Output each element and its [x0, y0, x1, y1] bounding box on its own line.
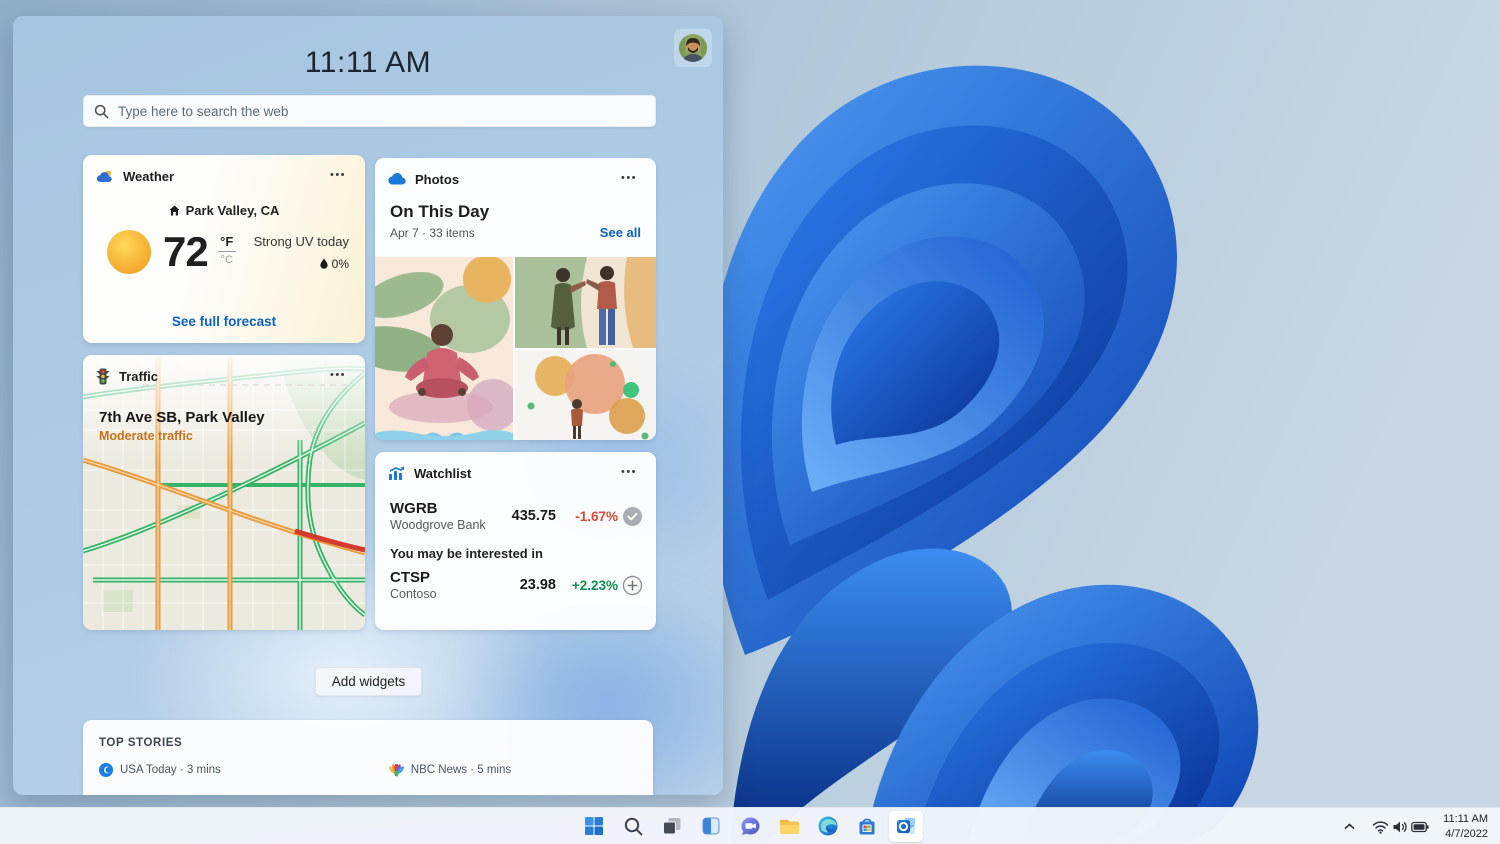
stock-chart-icon — [388, 466, 405, 481]
top-stories-heading: TOP STORIES — [83, 720, 653, 749]
photo-watercolor[interactable] — [515, 350, 656, 441]
photo-friends[interactable] — [515, 257, 656, 348]
more-options-icon[interactable]: ••• — [324, 166, 352, 186]
temperature-value: 72 — [163, 228, 208, 276]
more-options-icon[interactable]: ••• — [615, 463, 643, 483]
search-input[interactable] — [118, 104, 645, 119]
usa-today-icon — [99, 763, 113, 777]
watchlist-suggestion-label: You may be interested in — [375, 536, 656, 563]
weather-widget[interactable]: Weather ••• Park Valley, CA 72 °F °C — [83, 155, 365, 343]
chat-button[interactable] — [733, 811, 767, 842]
weather-location: Park Valley, CA — [186, 203, 280, 218]
stock-change: -1.67% — [556, 509, 618, 524]
traffic-light-icon — [96, 368, 110, 385]
widgets-panel: 11:11 AM Weather ••• Park Valley, CA — [13, 16, 723, 795]
photo-collage — [375, 257, 656, 440]
see-all-link[interactable]: See all — [600, 225, 641, 240]
weather-title: Weather — [123, 169, 174, 184]
nbc-news-icon — [389, 764, 404, 777]
stock-company: Contoso — [390, 587, 498, 601]
desktop: 11:11 AM Weather ••• Park Valley, CA — [0, 0, 1500, 844]
task-view-button[interactable] — [655, 811, 689, 842]
stock-row-wgrb[interactable]: WGRB Woodgrove Bank 435.75 -1.67% — [375, 494, 656, 536]
stock-price: 23.98 — [498, 577, 556, 593]
add-circle-icon[interactable] — [622, 575, 643, 596]
tray-status-icons[interactable] — [1366, 816, 1435, 838]
wifi-icon — [1372, 820, 1389, 834]
stock-company: Woodgrove Bank — [390, 518, 498, 532]
add-widgets-button[interactable]: Add widgets — [315, 667, 422, 696]
photos-widget[interactable]: Photos ••• On This Day Apr 7 · 33 items … — [375, 158, 656, 440]
onedrive-cloud-icon — [388, 173, 406, 185]
stock-change: +2.23% — [556, 578, 618, 593]
traffic-status-label: Moderate traffic — [99, 429, 349, 443]
traffic-widget[interactable]: Traffic ••• 7th Ave SB, Park Valley Mode… — [83, 355, 365, 630]
widgets-button[interactable] — [694, 811, 728, 842]
sun-icon — [105, 228, 153, 276]
stock-symbol: WGRB — [390, 500, 498, 517]
weather-condition: Strong UV today — [254, 234, 349, 249]
stock-price: 435.75 — [498, 508, 556, 524]
store-button[interactable] — [850, 811, 884, 842]
photos-subtitle: Apr 7 · 33 items — [390, 226, 475, 240]
check-circle-icon[interactable] — [622, 506, 643, 527]
celsius-label[interactable]: °C — [221, 254, 233, 266]
droplet-icon — [320, 258, 328, 269]
edge-button[interactable] — [811, 811, 845, 842]
traffic-road-label: 7th Ave SB, Park Valley — [99, 409, 349, 426]
see-full-forecast-link[interactable]: See full forecast — [83, 314, 365, 329]
top-stories-card[interactable]: TOP STORIES USA Today · 3 mins NBC News … — [83, 720, 653, 795]
more-options-icon[interactable]: ••• — [615, 169, 643, 189]
on-this-day-heading: On This Day — [375, 200, 656, 222]
more-options-icon[interactable]: ••• — [324, 366, 352, 386]
web-search-bar[interactable] — [83, 95, 656, 127]
panel-clock: 11:11 AM — [13, 46, 723, 80]
tray-date: 4/7/2022 — [1443, 827, 1488, 842]
taskbar-search-button[interactable] — [616, 811, 650, 842]
file-explorer-button[interactable] — [772, 811, 806, 842]
photo-meditation[interactable] — [375, 257, 513, 440]
taskbar: 11:11 AM 4/7/2022 — [0, 807, 1500, 844]
news-item-label: USA Today · 3 mins — [120, 764, 221, 776]
news-item-nbc[interactable]: NBC News · 5 mins — [389, 763, 511, 777]
watchlist-title: Watchlist — [414, 466, 471, 481]
unit-divider — [218, 251, 236, 252]
start-button[interactable] — [577, 811, 611, 842]
outlook-button[interactable] — [889, 811, 923, 842]
tray-time: 11:11 AM — [1443, 812, 1488, 827]
tray-chevron-icon[interactable] — [1335, 814, 1364, 839]
home-icon — [169, 205, 180, 216]
watchlist-widget[interactable]: Watchlist ••• WGRB Woodgrove Bank 435.75… — [375, 452, 656, 630]
search-icon — [94, 104, 109, 119]
tray-clock[interactable]: 11:11 AM 4/7/2022 — [1437, 809, 1496, 844]
fahrenheit-label[interactable]: °F — [220, 234, 233, 249]
news-item-usatoday[interactable]: USA Today · 3 mins — [99, 763, 221, 777]
volume-icon — [1392, 820, 1408, 834]
battery-icon — [1411, 821, 1429, 833]
stock-symbol: CTSP — [390, 569, 498, 586]
traffic-title: Traffic — [119, 369, 158, 384]
precipitation-value: 0% — [332, 257, 349, 271]
news-item-label: NBC News · 5 mins — [411, 764, 511, 776]
unit-toggle[interactable]: °F °C — [218, 234, 236, 266]
photos-title: Photos — [415, 172, 459, 187]
stock-row-ctsp[interactable]: CTSP Contoso 23.98 +2.23% — [375, 563, 656, 605]
weather-cloud-icon — [96, 169, 114, 183]
